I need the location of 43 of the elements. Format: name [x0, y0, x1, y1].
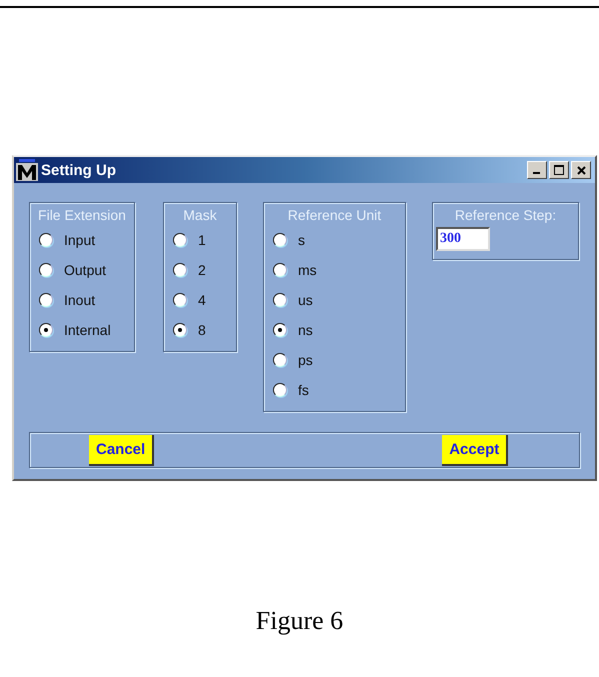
- radio-circle[interactable]: [273, 293, 287, 307]
- radio-circle[interactable]: [273, 323, 287, 337]
- app-logo-icon: [16, 159, 38, 181]
- radio-circle[interactable]: [39, 233, 53, 247]
- radio-circle[interactable]: [173, 233, 187, 247]
- radio-option[interactable]: 8: [164, 315, 236, 345]
- radio-circle[interactable]: [39, 263, 53, 277]
- radio-circle[interactable]: [39, 293, 53, 307]
- radio-circle[interactable]: [173, 263, 187, 277]
- window-title: Setting Up: [41, 162, 116, 178]
- radio-option[interactable]: s: [264, 225, 405, 255]
- radio-circle[interactable]: [273, 233, 287, 247]
- radio-circle[interactable]: [173, 323, 187, 337]
- radio-circle[interactable]: [273, 383, 287, 397]
- group-title: File Extension: [37, 206, 127, 225]
- radio-circle[interactable]: [273, 353, 287, 367]
- radio-option[interactable]: 1: [164, 225, 236, 255]
- maximize-button[interactable]: [549, 161, 569, 179]
- dialog-button[interactable]: Accept: [442, 434, 508, 466]
- radio-option[interactable]: ps: [264, 345, 405, 375]
- radio-circle[interactable]: [173, 293, 187, 307]
- radio-option[interactable]: us: [264, 285, 405, 315]
- radio-option[interactable]: Output: [30, 255, 134, 285]
- radio-option[interactable]: 2: [164, 255, 236, 285]
- radio-option[interactable]: Input: [30, 225, 134, 255]
- radio-circle[interactable]: [39, 323, 53, 337]
- group-title: Mask: [182, 206, 218, 225]
- input-field[interactable]: 300: [436, 227, 490, 251]
- radio-option[interactable]: ns: [264, 315, 405, 345]
- dialog-button[interactable]: Cancel: [89, 434, 154, 466]
- radio-option[interactable]: Inout: [30, 285, 134, 315]
- group-title: Reference Step:: [454, 206, 558, 225]
- figure-caption: Figure 6: [256, 606, 344, 635]
- close-button[interactable]: [571, 161, 591, 179]
- maximize-icon: [554, 165, 564, 175]
- minimize-button[interactable]: [527, 161, 547, 179]
- group-title: Reference Unit: [286, 206, 382, 225]
- radio-circle[interactable]: [273, 263, 287, 277]
- radio-option[interactable]: 4: [164, 285, 236, 315]
- radio-option[interactable]: fs: [264, 375, 405, 405]
- close-icon: [576, 166, 586, 174]
- radio-option[interactable]: ms: [264, 255, 405, 285]
- radio-option[interactable]: Internal: [30, 315, 134, 345]
